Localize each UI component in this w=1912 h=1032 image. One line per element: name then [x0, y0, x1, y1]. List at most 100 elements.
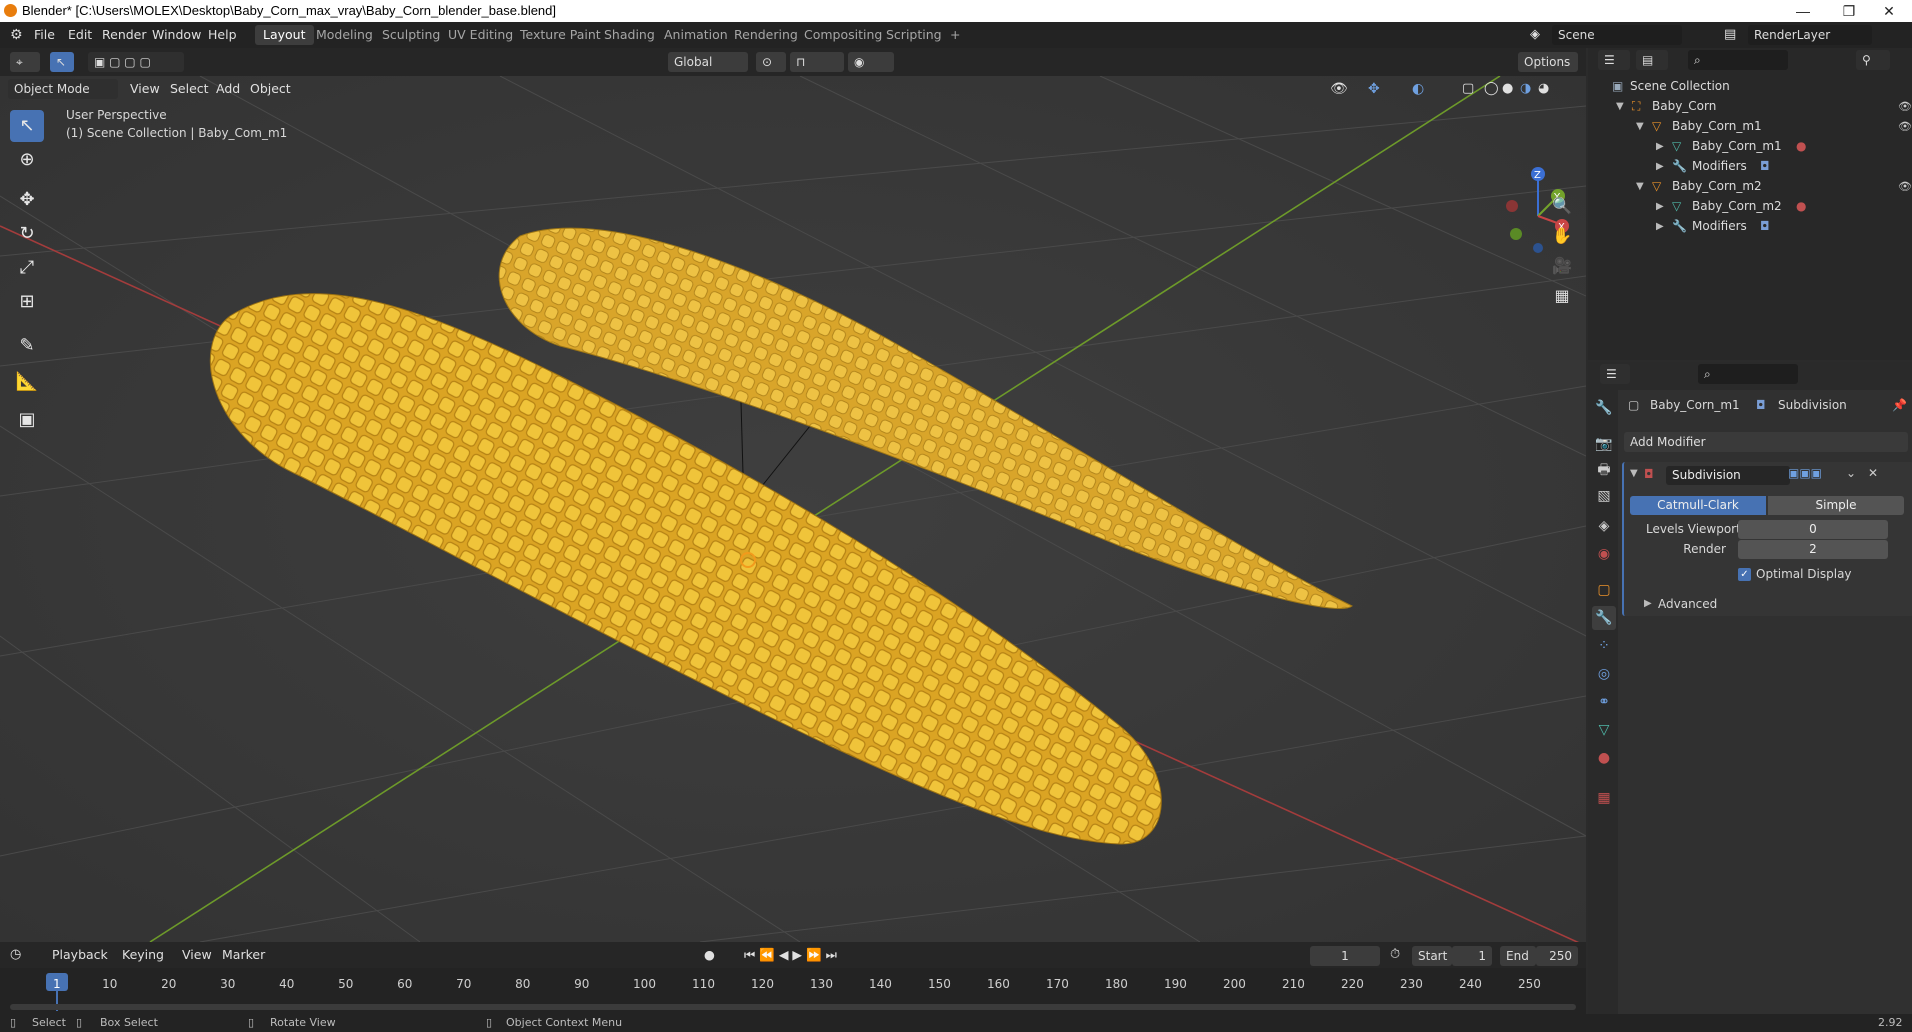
timeline-menu-playback[interactable]: Playback	[52, 947, 108, 962]
timeline-menu-keying[interactable]: Keying	[122, 947, 164, 962]
select-mode-buttons[interactable]: ▣ ▢ ▢ ▢	[88, 52, 184, 72]
display-mode-icon[interactable]: ▤	[1636, 50, 1668, 70]
blender-menu-icon[interactable]: ⚙	[10, 27, 23, 43]
select-box-tool-icon[interactable]: ↖	[10, 110, 44, 142]
physics-tab-icon[interactable]: ◎	[1592, 662, 1616, 686]
proportional-edit-icon[interactable]: ◉	[848, 52, 894, 72]
current-frame-field[interactable]: 1	[1310, 946, 1380, 966]
pin-icon[interactable]: 📌	[1892, 398, 1907, 412]
tab-shading[interactable]: Shading	[596, 25, 663, 45]
simple-button[interactable]: Simple	[1768, 496, 1904, 515]
tab-scripting[interactable]: Scripting	[878, 25, 950, 45]
output-tab-icon[interactable]: 🖶	[1592, 458, 1616, 482]
minimize-button[interactable]: —	[1780, 0, 1826, 22]
timeline-menu-view[interactable]: View	[182, 947, 212, 962]
shading-wireframe-icon[interactable]: ◯	[1484, 81, 1499, 96]
transform-tool-icon[interactable]: ⊞	[10, 286, 44, 318]
world-tab-icon[interactable]: ◉	[1592, 542, 1616, 566]
end-frame-field[interactable]: 250	[1536, 946, 1578, 966]
outliner-editor-icon[interactable]: ☰	[1598, 50, 1630, 70]
collapse-icon[interactable]: ▶	[1656, 161, 1664, 172]
remove-modifier-icon[interactable]: ✕	[1868, 466, 1878, 480]
outliner-row-baby-corn[interactable]: ▼ ⛶ Baby_Corn	[1588, 96, 1912, 116]
menu-window[interactable]: Window	[152, 27, 201, 42]
outliner-row-mesh-m1[interactable]: ▶ ▽ Baby_Corn_m1 ●	[1588, 136, 1912, 156]
modifier-visibility-toggles[interactable]: ▣▣▣	[1788, 466, 1822, 480]
visibility-eye-icon[interactable]: 👁	[1898, 100, 1912, 113]
playback-controls[interactable]: ⏮⏪◀▶⏩⏭	[744, 947, 841, 963]
viewport-menu-select[interactable]: Select	[170, 81, 209, 96]
overlay-toggle-icon[interactable]: ◐	[1412, 81, 1424, 97]
shading-solid-icon[interactable]: ●	[1502, 81, 1513, 96]
tool-tab-icon[interactable]: 🔧	[1592, 396, 1616, 420]
constraints-tab-icon[interactable]: ⚭	[1592, 690, 1616, 714]
pivot-icon[interactable]: ⊙	[756, 52, 786, 72]
texture-tab-icon[interactable]: ▦	[1592, 786, 1616, 810]
menu-render[interactable]: Render	[102, 27, 147, 42]
catmull-clark-button[interactable]: Catmull-Clark	[1630, 496, 1766, 515]
optimal-display-checkbox[interactable]: ✓	[1738, 568, 1751, 581]
tab-animation[interactable]: Animation	[656, 25, 736, 45]
data-tab-icon[interactable]: ▽	[1592, 718, 1616, 742]
collapse-icon[interactable]: ▶	[1656, 201, 1664, 212]
close-window-button[interactable]: ✕	[1866, 0, 1912, 22]
add-workspace-button[interactable]: +	[942, 25, 968, 45]
shading-material-icon[interactable]: ◑	[1520, 81, 1531, 96]
particles-tab-icon[interactable]: ⁘	[1592, 634, 1616, 658]
visibility-icon[interactable]: 👁	[1330, 81, 1348, 97]
record-icon[interactable]: ●	[704, 947, 715, 962]
timeline-scrollbar[interactable]	[10, 1004, 1576, 1010]
add-cube-tool-icon[interactable]: ▣	[10, 404, 44, 436]
visibility-eye-icon[interactable]: 👁	[1898, 120, 1912, 133]
tab-modeling[interactable]: Modeling	[308, 25, 381, 45]
timeline-editor-icon[interactable]: ◷	[10, 947, 21, 962]
render-layer-selector[interactable]: RenderLayer	[1748, 25, 1872, 45]
object-mode-dropdown[interactable]: Object Mode	[8, 79, 118, 99]
add-modifier-dropdown[interactable]: Add Modifier	[1624, 432, 1908, 452]
viewport-menu-add[interactable]: Add	[216, 81, 240, 96]
levels-viewport-field[interactable]: 0	[1738, 520, 1888, 539]
advanced-expand-icon[interactable]: ▶	[1644, 598, 1652, 609]
rotate-tool-icon[interactable]: ↻	[10, 218, 44, 250]
render-tab-icon[interactable]: 📷	[1592, 432, 1616, 456]
outliner-row-modifiers-m1[interactable]: ▶ 🔧 Modifiers ◘	[1588, 156, 1912, 176]
expand-icon[interactable]: ▼	[1616, 101, 1624, 112]
visibility-eye-icon[interactable]: 👁	[1898, 180, 1912, 193]
options-dropdown[interactable]: Options	[1518, 52, 1578, 72]
camera-view-icon[interactable]: 🎥	[1548, 252, 1576, 280]
outliner-row-scene-collection[interactable]: ▣ Scene Collection	[1588, 76, 1912, 96]
modifier-options-icon[interactable]: ⌄	[1846, 466, 1856, 480]
outliner-row-modifiers-m2[interactable]: ▶ 🔧 Modifiers ◘	[1588, 216, 1912, 236]
tab-rendering[interactable]: Rendering	[726, 25, 806, 45]
zoom-icon[interactable]: 🔍	[1548, 192, 1576, 220]
tab-compositing[interactable]: Compositing	[796, 25, 890, 45]
outliner-row-mesh-m2[interactable]: ▶ ▽ Baby_Corn_m2 ●	[1588, 196, 1912, 216]
tab-layout[interactable]: Layout	[255, 25, 314, 45]
object-tab-icon[interactable]: ▢	[1592, 578, 1616, 602]
timeline-menu-marker[interactable]: Marker	[222, 947, 265, 962]
tab-uv-editing[interactable]: UV Editing	[440, 25, 521, 45]
advanced-section-label[interactable]: Advanced	[1658, 597, 1717, 611]
scene-tab-icon[interactable]: ◈	[1592, 514, 1616, 538]
3d-viewport[interactable]: Z Y X	[0, 76, 1586, 942]
transform-orientation-dropdown[interactable]: Global	[668, 52, 748, 72]
select-tool-icon[interactable]: ↖	[50, 52, 74, 72]
view-layer-tab-icon[interactable]: ▧	[1592, 484, 1616, 508]
menu-file[interactable]: File	[34, 27, 55, 42]
viewport-menu-view[interactable]: View	[130, 81, 160, 96]
start-frame-field[interactable]: 1	[1452, 946, 1492, 966]
collapse-modifier-icon[interactable]: ▼	[1630, 468, 1638, 479]
move-tool-icon[interactable]: ✥	[10, 184, 44, 216]
render-levels-field[interactable]: 2	[1738, 540, 1888, 559]
gizmo-toggle-icon[interactable]: ✥	[1368, 81, 1380, 97]
properties-search-input[interactable]: ⌕	[1698, 364, 1798, 384]
pan-hand-icon[interactable]: ✋	[1548, 222, 1576, 250]
scene-selector[interactable]: Scene	[1552, 25, 1682, 45]
expand-icon[interactable]: ▼	[1636, 181, 1644, 192]
menu-edit[interactable]: Edit	[68, 27, 92, 42]
properties-editor-icon[interactable]: ☰	[1600, 364, 1630, 384]
viewport-menu-object[interactable]: Object	[250, 81, 291, 96]
editor-type-icon[interactable]: ⌖	[10, 52, 40, 72]
snap-icon[interactable]: ⊓	[790, 52, 844, 72]
material-tab-icon[interactable]: ●	[1592, 746, 1616, 770]
